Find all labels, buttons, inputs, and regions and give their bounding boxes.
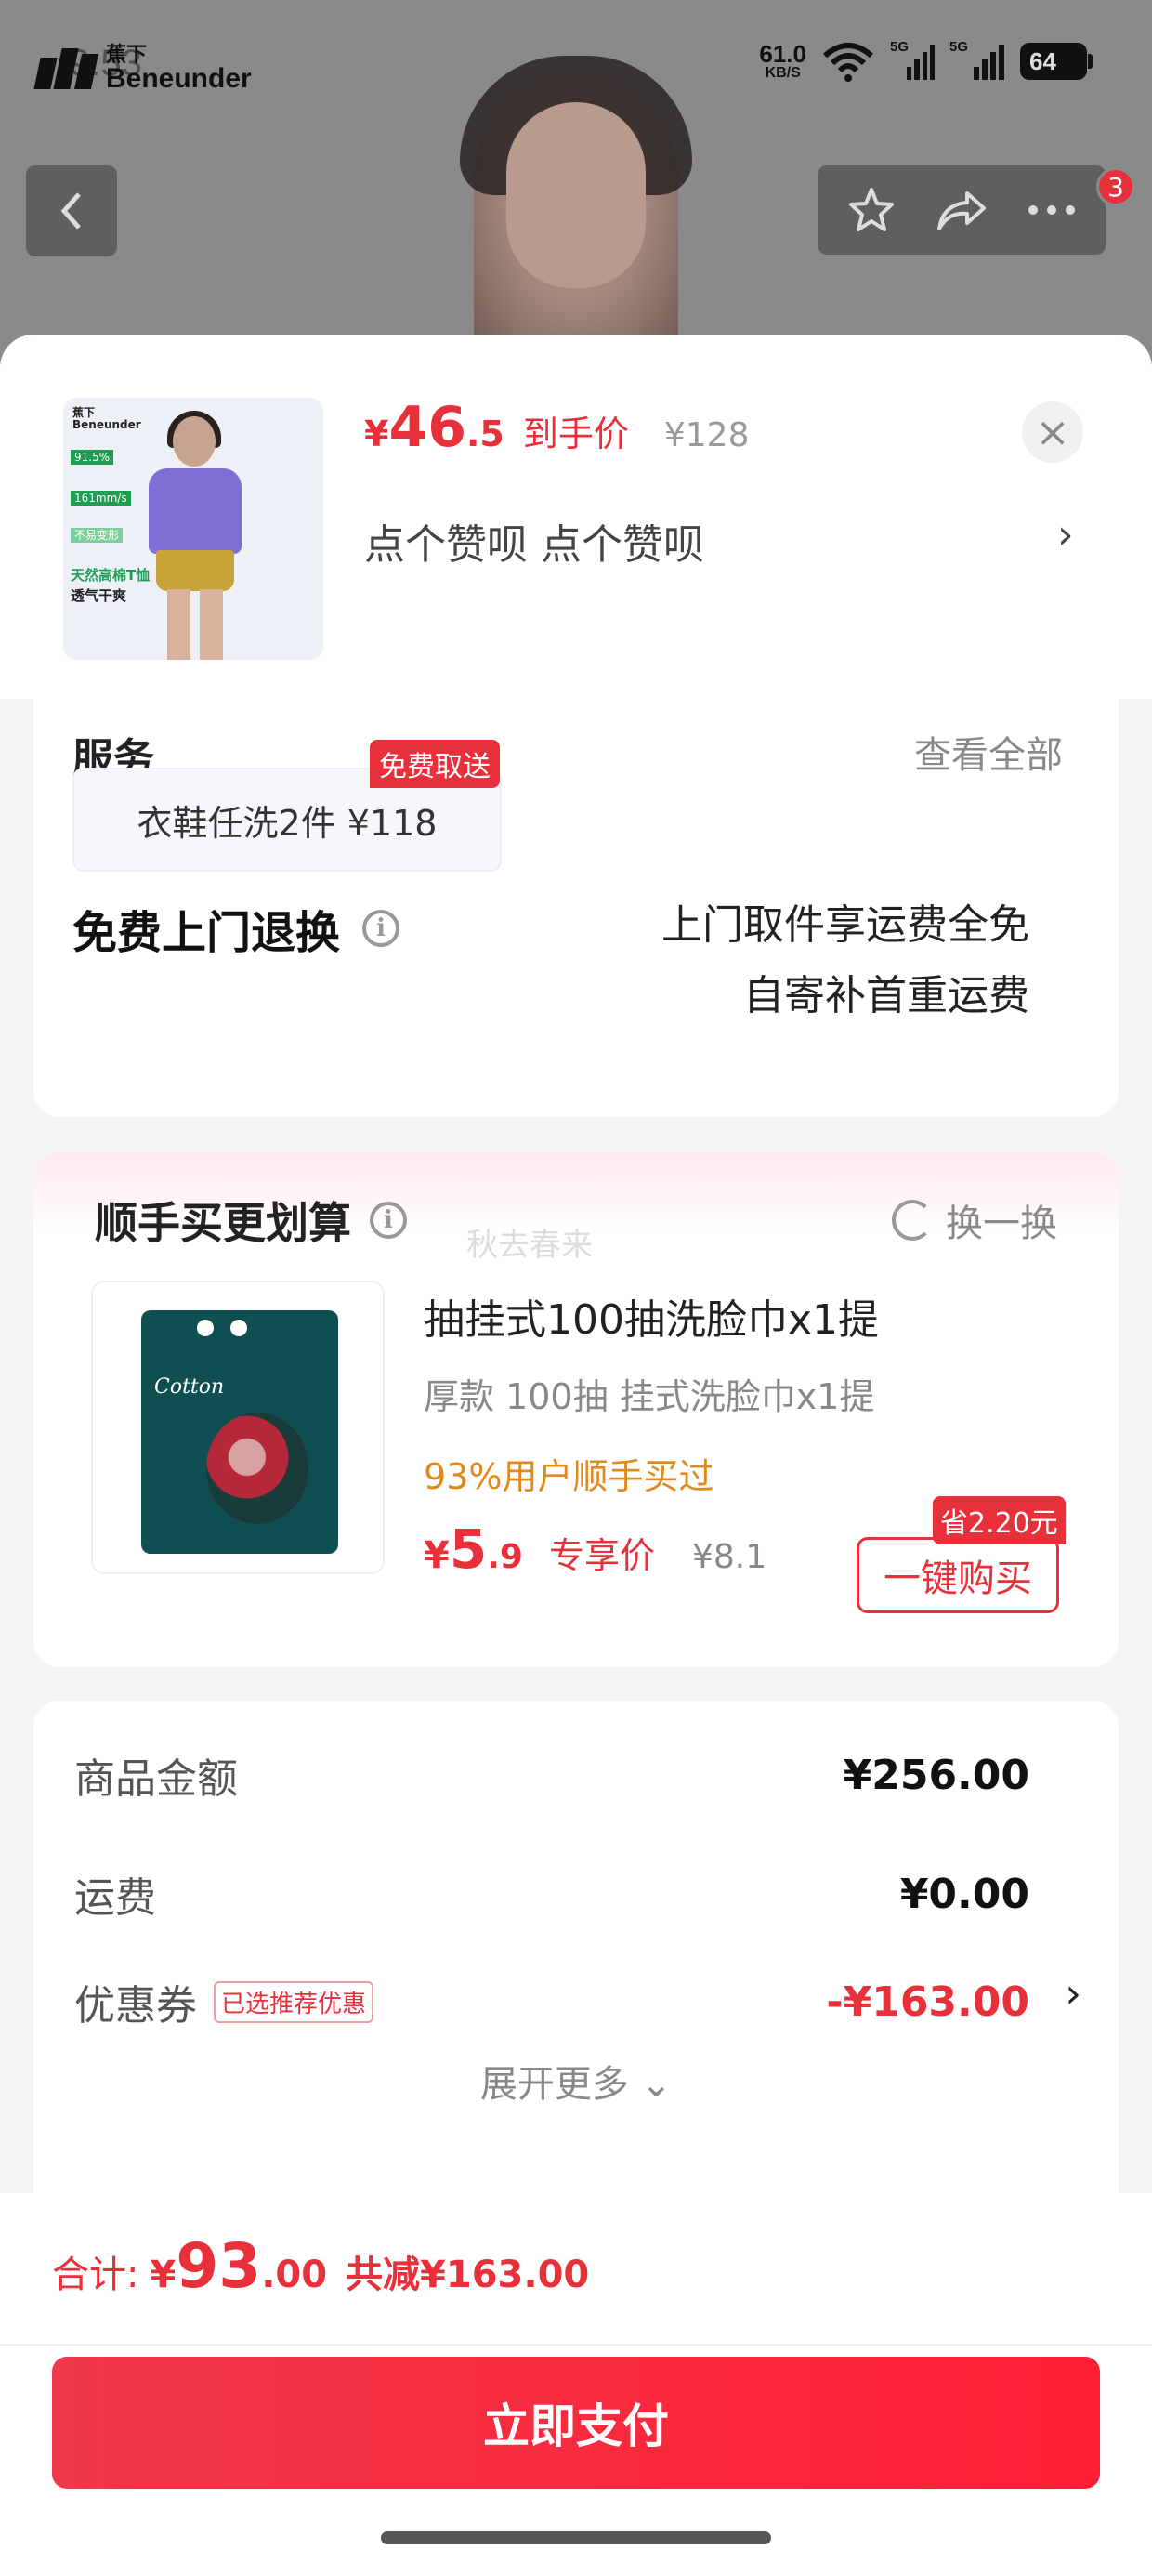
thumb-chip: 不易变形 [71, 528, 124, 544]
brand-mark-icon [33, 48, 99, 89]
more-icon[interactable] [1026, 203, 1078, 217]
signal-icon-2: 5G [949, 39, 1005, 80]
model-face [506, 102, 646, 288]
status-bar-right: 61.0 KB/S 5G 5G 64 [759, 39, 1093, 82]
addon-card: 顺手买更划算 i 秋去春来 换一换 Cotton 抽挂式100抽洗脸巾x1提 厚… [33, 1152, 1119, 1667]
thumb-chip: 91.5% [71, 450, 114, 466]
thumb-logo-en: Beneunder [72, 418, 141, 432]
face-towel-pack: Cotton [141, 1310, 338, 1554]
total-label: 合计: [52, 2254, 139, 2296]
product-spec[interactable]: 点个赞呗 点个赞呗 [364, 511, 704, 571]
thumb-logo-cn: 蕉下 [72, 406, 96, 419]
addon-product-name[interactable]: 抽挂式100抽洗脸巾x1提 [424, 1286, 879, 1346]
battery-icon: 64 [1020, 43, 1093, 80]
back-button[interactable] [26, 165, 117, 256]
thumb-tag: 透气干爽 [71, 587, 127, 604]
info-icon[interactable]: i [362, 910, 400, 947]
free-return-title: 免费上门退换 i [72, 896, 400, 961]
thumb-chip: 161mm/s [71, 491, 131, 506]
shipping-row: 运费 ¥0.00 [74, 1870, 1029, 1923]
brand-name-en: Beneunder [106, 63, 252, 94]
signal-icon: 5G [890, 39, 935, 80]
net-speed: 61.0 KB/S [759, 40, 806, 81]
background-product-page: 9:53 蕉下 Beneunder 61.0 KB/S 5G 5G 64 3 [0, 0, 1152, 390]
wifi-icon [823, 43, 873, 82]
addon-product-desc: 厚款 100抽 挂式洗脸巾x1提 [424, 1376, 875, 1417]
original-price: ¥128 [663, 416, 750, 454]
brand-logo: 蕉下 Beneunder [33, 43, 252, 94]
coupon-row[interactable]: 优惠券 已选推荐优惠 -¥163.00 [74, 1972, 1029, 2031]
addon-bought-rate: 93%用户顺手买过 [424, 1456, 714, 1497]
addon-price: ¥5.9 专享价 ¥8.1 [424, 1518, 767, 1581]
addon-product-image[interactable]: Cotton [91, 1281, 385, 1574]
one-click-buy-button[interactable]: 一键购买 [857, 1537, 1059, 1613]
home-indicator[interactable] [381, 2531, 771, 2544]
expand-more-button[interactable]: 展开更多 ⌄ [33, 2054, 1119, 2108]
swap-button[interactable]: 换一换 [892, 1193, 1057, 1247]
total-bar: 合计: ¥93.00 共减¥163.00 [0, 2193, 1152, 2344]
share-icon[interactable] [934, 186, 989, 234]
pay-area: 立即支付 [0, 2344, 1152, 2576]
chevron-left-icon [60, 192, 81, 230]
watermark-text: 秋去春来 [466, 1227, 593, 1264]
coupon-badge: 已选推荐优惠 [214, 1980, 374, 2023]
refresh-icon [892, 1200, 933, 1241]
pack-label: Cotton [154, 1375, 225, 1399]
goods-amount-row: 商品金额 ¥256.00 [74, 1751, 1029, 1804]
close-button[interactable]: × [1022, 401, 1083, 463]
product-thumbnail[interactable]: 蕉下 Beneunder 91.5% 161mm/s 不易变形 天然高棉T恤 透气… [63, 398, 323, 660]
savings-badge: 省2.20元 [933, 1496, 1066, 1544]
service-card: 服务 查看全部 衣鞋任洗2件 ¥118 免费取送 免费上门退换 i 上门取件享运… [33, 669, 1119, 1117]
chevron-right-icon[interactable]: › [1057, 511, 1074, 559]
tshirt-image [149, 468, 242, 554]
free-pickup-badge: 免费取送 [370, 740, 500, 788]
addon-title: 顺手买更划算 i [95, 1189, 407, 1251]
free-return-desc: 上门取件享运费全免 自寄补首重运费 [661, 901, 1029, 1019]
close-icon: × [1035, 408, 1070, 456]
notification-badge: 3 [1096, 167, 1135, 206]
nav-toolbar [818, 165, 1106, 255]
service-view-all[interactable]: 查看全部 [914, 725, 1063, 779]
thumb-tag: 天然高棉T恤 [71, 567, 151, 584]
order-summary-card: 商品金额 ¥256.00 运费 ¥0.00 优惠券 已选推荐优惠 -¥163.0… [33, 1701, 1119, 2221]
original-price: ¥8.1 [691, 1538, 767, 1576]
product-header: 蕉下 Beneunder 91.5% 161mm/s 不易变形 天然高棉T恤 透气… [0, 335, 1152, 699]
star-icon[interactable] [845, 184, 897, 236]
price-tag: 到手价 [522, 414, 629, 454]
total-amount: 93 [176, 2230, 262, 2302]
info-icon[interactable]: i [370, 1202, 407, 1239]
brand-name-cn: 蕉下 [106, 43, 148, 66]
chevron-down-icon: ⌄ [640, 2063, 673, 2106]
product-price: ¥46.5 到手价 ¥128 [364, 395, 750, 460]
price-tag: 专享价 [548, 1535, 655, 1576]
pay-now-button[interactable]: 立即支付 [52, 2357, 1100, 2489]
total-saved: 共减¥163.00 [346, 2254, 590, 2296]
chevron-right-icon[interactable]: › [1065, 1970, 1081, 2017]
